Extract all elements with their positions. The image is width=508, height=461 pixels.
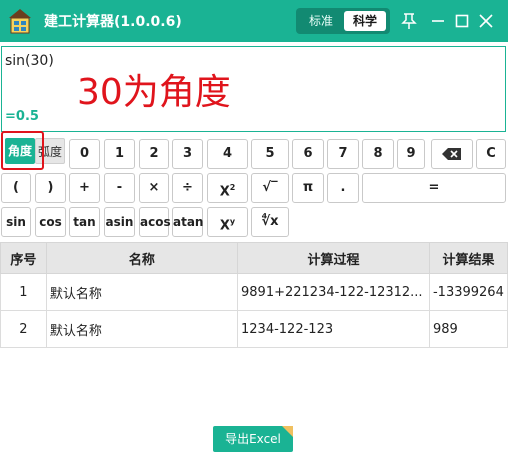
equals-button[interactable]: = xyxy=(362,173,506,203)
key-5[interactable]: 5 xyxy=(251,139,289,169)
square-base: X xyxy=(219,184,230,200)
history-table: 序号 名称 计算过程 计算结果 1 默认名称 9891+221234-122-1… xyxy=(0,242,508,348)
export-excel-label: 导出Excel xyxy=(225,432,281,446)
angle-annotation: 30为角度 xyxy=(77,72,231,113)
close-icon[interactable] xyxy=(476,11,496,31)
cell-name[interactable]: 默认名称 xyxy=(45,273,239,311)
power-exponent: y xyxy=(229,217,236,226)
col-header-name: 名称 xyxy=(45,242,239,274)
nth-root-button[interactable]: ∜x xyxy=(251,207,289,237)
sqrt-button[interactable]: √‾ xyxy=(251,173,289,203)
divide-button[interactable]: ÷ xyxy=(172,173,203,203)
col-header-result: 计算结果 xyxy=(428,242,508,274)
close-paren-button[interactable]: ) xyxy=(35,173,66,203)
cell-index: 1 xyxy=(0,273,47,311)
export-excel-button[interactable]: 导出Excel xyxy=(213,426,293,452)
calculator-display[interactable]: sin(30) 30为角度 =0.5 xyxy=(1,46,506,132)
table-row[interactable]: 1 默认名称 9891+221234-122-12312... -1339926… xyxy=(0,273,508,311)
clear-button[interactable]: C xyxy=(476,139,506,169)
table-header-row: 序号 名称 计算过程 计算结果 xyxy=(0,242,508,274)
cos-button[interactable]: cos xyxy=(35,207,66,237)
asin-button[interactable]: asin xyxy=(104,207,135,237)
col-header-process: 计算过程 xyxy=(237,242,430,274)
key-9[interactable]: 9 xyxy=(397,139,425,169)
cell-result: -13399264 xyxy=(428,273,508,311)
calculator-window: 建工计算器(1.0.0.6) 标准 科学 sin(30) 30为角度 =0.5 … xyxy=(0,0,508,461)
atan-button[interactable]: atan xyxy=(172,207,203,237)
angle-mode-toggle: 角度 弧度 xyxy=(1,131,65,170)
multiply-button[interactable]: × xyxy=(139,173,169,203)
cell-result: 989 xyxy=(428,310,508,348)
calculator-house-icon xyxy=(9,9,31,34)
key-2[interactable]: 2 xyxy=(139,139,169,169)
pi-button[interactable]: π xyxy=(292,173,324,203)
key-0[interactable]: 0 xyxy=(69,139,100,169)
cell-process: 1234-122-123 xyxy=(237,310,430,348)
power-button[interactable]: Xy xyxy=(207,207,248,237)
square-exponent: 2 xyxy=(229,183,236,192)
key-7[interactable]: 7 xyxy=(327,139,359,169)
backspace-button[interactable] xyxy=(431,139,473,169)
power-base: X xyxy=(219,218,230,234)
minimize-icon[interactable] xyxy=(428,11,448,31)
app-title: 建工计算器(1.0.0.6) xyxy=(44,14,182,30)
mode-switch: 标准 科学 xyxy=(296,8,390,34)
vip-corner-icon xyxy=(282,426,293,437)
square-button[interactable]: X2 xyxy=(207,173,248,203)
mode-scientific-button[interactable]: 科学 xyxy=(344,11,386,31)
open-paren-button[interactable]: ( xyxy=(1,173,31,203)
pin-icon[interactable] xyxy=(399,11,419,31)
maximize-icon[interactable] xyxy=(452,11,472,31)
plus-button[interactable]: + xyxy=(69,173,100,203)
key-6[interactable]: 6 xyxy=(292,139,324,169)
result-text: =0.5 xyxy=(5,109,39,124)
table-row[interactable]: 2 默认名称 1234-122-123 989 xyxy=(0,310,508,348)
backspace-icon xyxy=(442,148,461,160)
cell-process: 9891+221234-122-12312... xyxy=(237,273,430,311)
decimal-point-button[interactable]: . xyxy=(327,173,359,203)
highlight-box xyxy=(1,131,44,170)
cell-name[interactable]: 默认名称 xyxy=(45,310,239,348)
acos-button[interactable]: acos xyxy=(139,207,171,237)
sin-button[interactable]: sin xyxy=(1,207,31,237)
cell-index: 2 xyxy=(0,310,47,348)
expression-text: sin(30) xyxy=(5,53,54,69)
minus-button[interactable]: - xyxy=(104,173,135,203)
key-8[interactable]: 8 xyxy=(362,139,394,169)
col-header-index: 序号 xyxy=(0,242,47,274)
key-3[interactable]: 3 xyxy=(172,139,203,169)
tan-button[interactable]: tan xyxy=(69,207,100,237)
mode-standard-button[interactable]: 标准 xyxy=(300,11,342,31)
key-4[interactable]: 4 xyxy=(207,139,248,169)
title-bar: 建工计算器(1.0.0.6) 标准 科学 xyxy=(0,0,508,42)
key-1[interactable]: 1 xyxy=(104,139,135,169)
